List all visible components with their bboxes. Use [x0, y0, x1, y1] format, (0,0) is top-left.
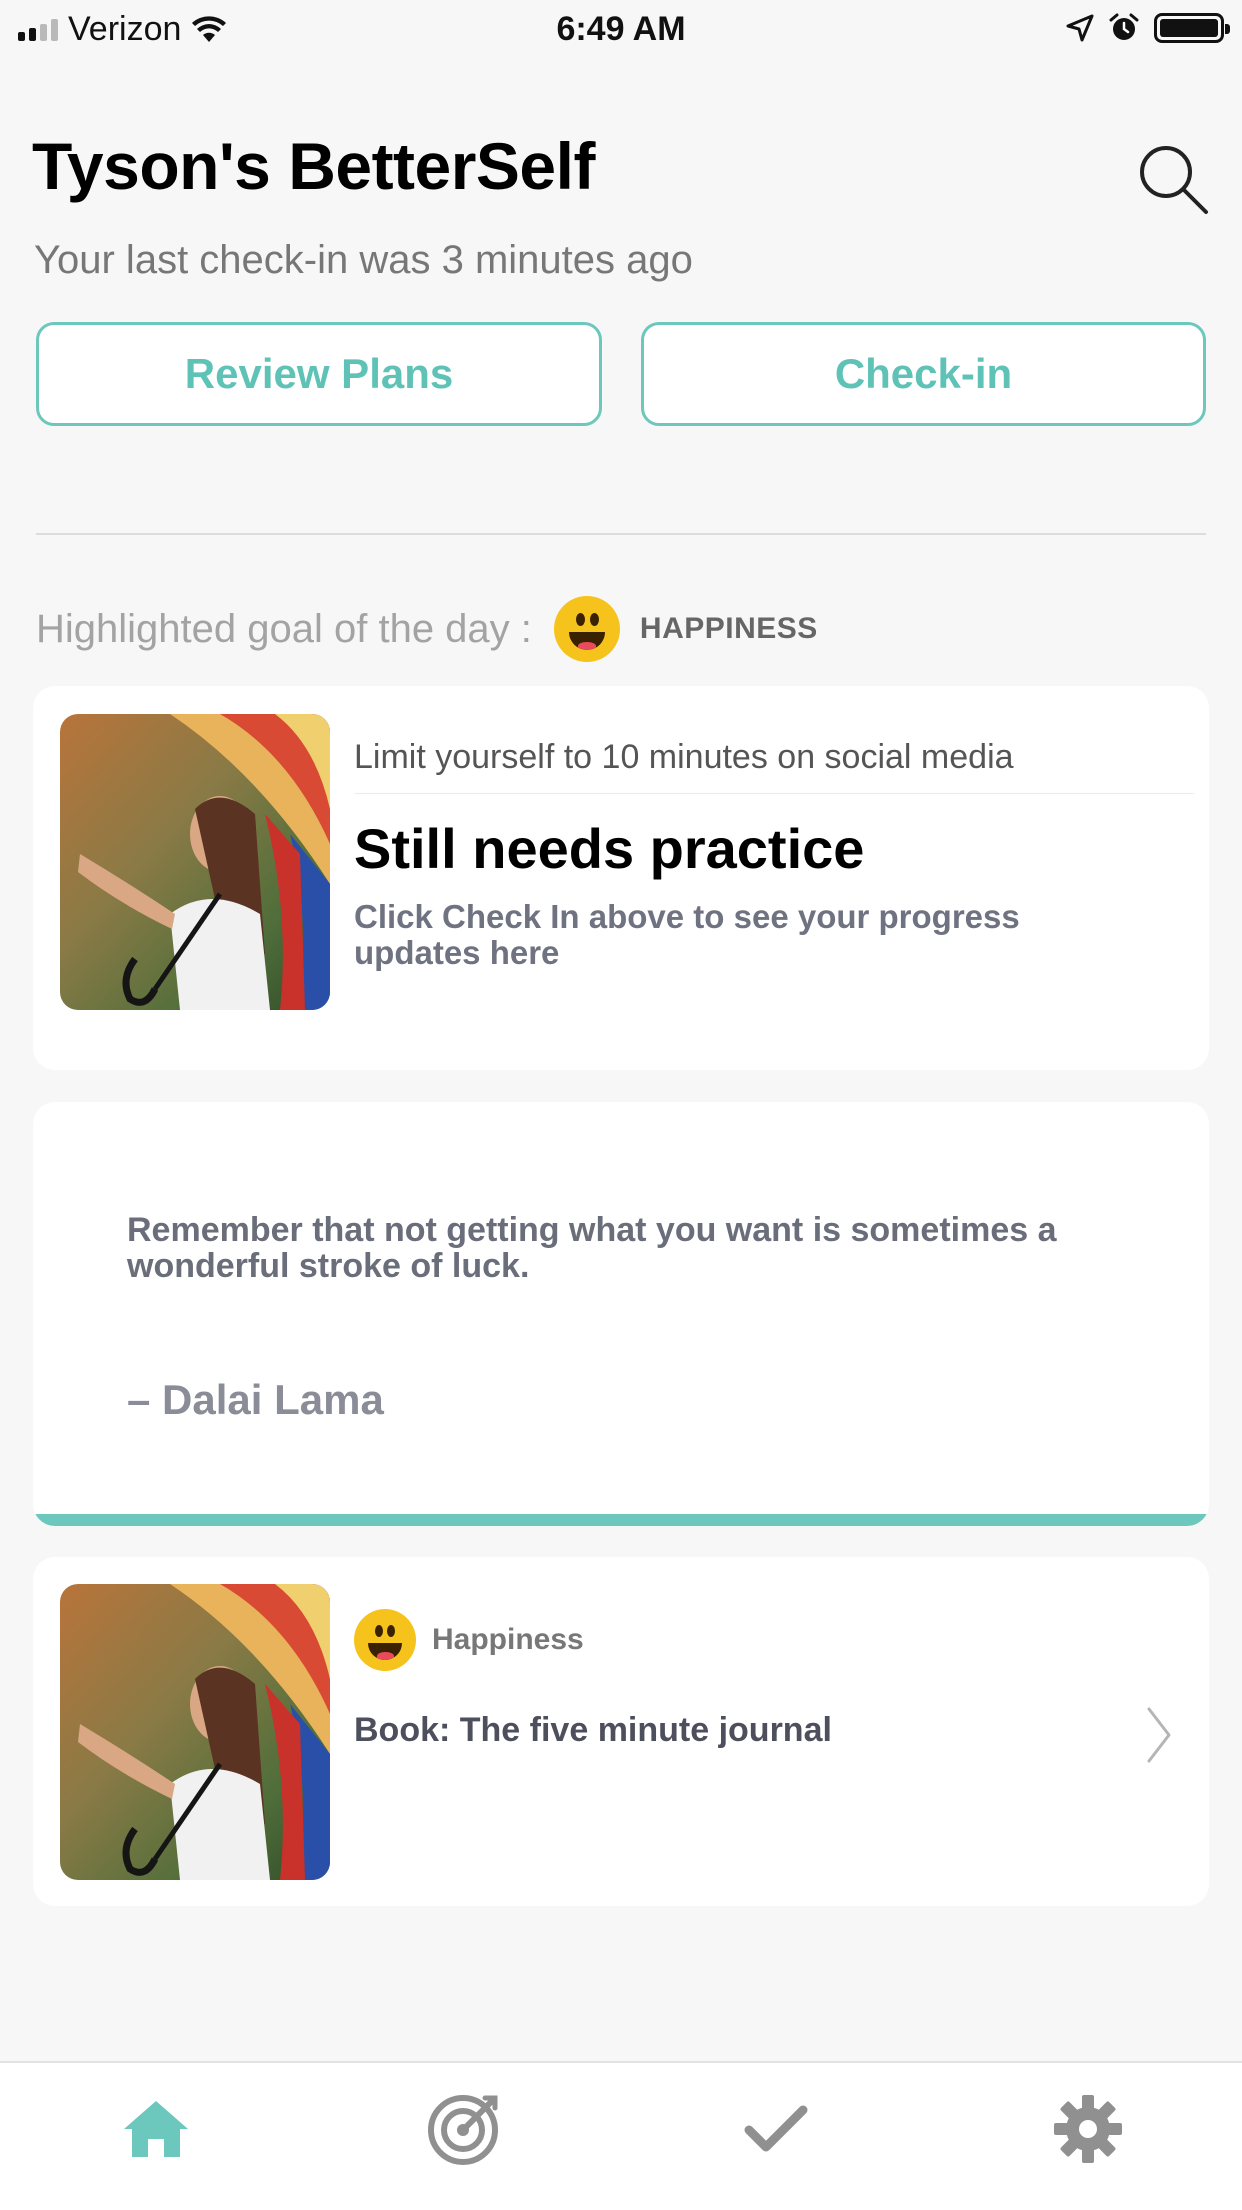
highlighted-goal-row: Highlighted goal of the day : HAPPINESS: [36, 596, 818, 662]
status-right: [1066, 12, 1230, 44]
highlighted-goal-label: Highlighted goal of the day :: [36, 606, 532, 651]
goal-photo: [60, 714, 330, 1010]
goal-title: Limit yourself to 10 minutes on social m…: [354, 738, 1194, 794]
divider: [36, 533, 1206, 535]
gear-icon: [1054, 2095, 1122, 2163]
check-in-button[interactable]: Check-in: [641, 322, 1206, 426]
tab-goals[interactable]: [424, 2089, 504, 2169]
home-icon: [124, 2101, 188, 2157]
goal-hint: Click Check In above to see your progres…: [354, 898, 1020, 971]
chevron-right-icon[interactable]: [1145, 1705, 1173, 1765]
quote-accent-bar: [33, 1514, 1209, 1526]
plan-title: Book: The five minute journal: [354, 1711, 832, 1749]
review-plans-button[interactable]: Review Plans: [36, 322, 602, 426]
quote-text: Remember that not getting what you want …: [127, 1211, 1057, 1285]
battery-icon: [1154, 13, 1230, 43]
status-bar: Verizon 6:49 AM: [0, 0, 1242, 62]
goal-card[interactable]: Limit yourself to 10 minutes on social m…: [33, 686, 1209, 1070]
tab-settings[interactable]: [1048, 2089, 1128, 2169]
goal-status: Still needs practice: [354, 817, 865, 880]
highlighted-goal-category: HAPPINESS: [639, 612, 818, 645]
tab-home[interactable]: [116, 2089, 196, 2169]
tab-check-in[interactable]: [736, 2089, 816, 2169]
tab-bar: [0, 2061, 1242, 2210]
plan-category-row: Happiness: [354, 1609, 584, 1671]
plan-photo: [60, 1584, 330, 1880]
checkmark-icon: [744, 2105, 808, 2152]
quote-author: – Dalai Lama: [127, 1376, 384, 1423]
search-icon[interactable]: [1136, 142, 1210, 216]
quote-card: Remember that not getting what you want …: [33, 1102, 1209, 1526]
happy-face-icon: [354, 1609, 416, 1671]
location-arrow-icon: [1066, 14, 1094, 42]
happy-face-icon: [553, 596, 620, 662]
plan-category: Happiness: [432, 1623, 584, 1656]
alarm-icon: [1109, 13, 1139, 40]
plan-card[interactable]: Happiness Book: The five minute journal: [33, 1557, 1209, 1906]
page-title: Tyson's BetterSelf: [32, 129, 595, 203]
last-checkin-text: Your last check-in was 3 minutes ago: [34, 238, 693, 282]
goal-text: Limit yourself to 10 minutes on social m…: [354, 738, 1194, 971]
status-time: 6:49 AM: [556, 10, 686, 48]
target-icon: [428, 2095, 498, 2165]
